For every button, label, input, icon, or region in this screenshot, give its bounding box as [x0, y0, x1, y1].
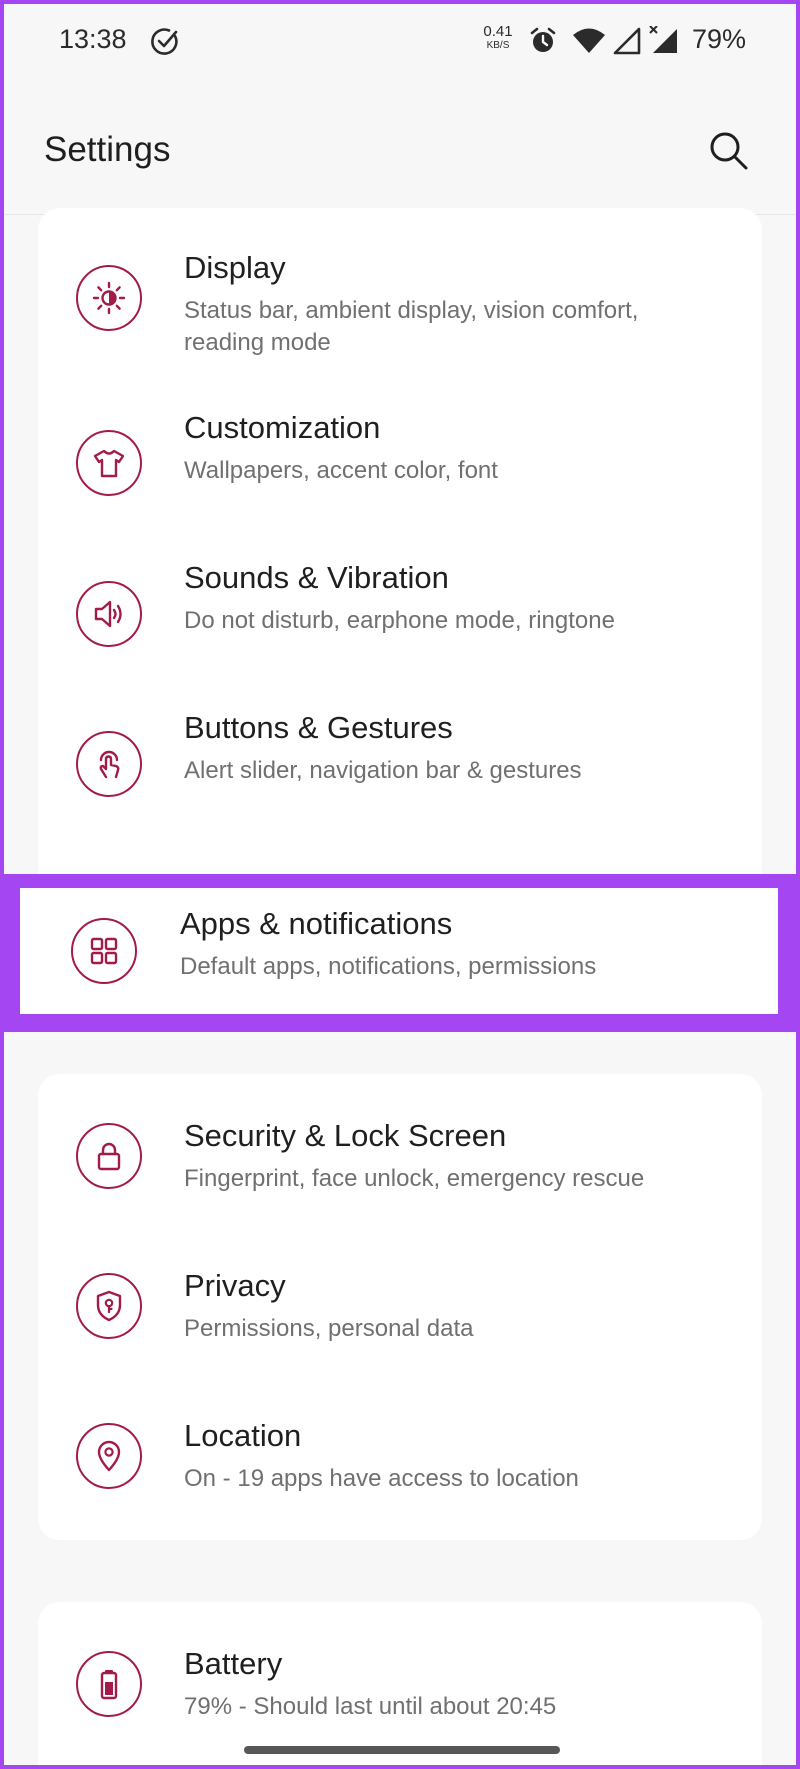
settings-item-subtitle: On - 19 apps have access to location — [184, 1465, 579, 1492]
settings-item-battery[interactable]: Battery 79% - Should last until about 20… — [38, 1602, 762, 1762]
settings-item-security[interactable]: Security & Lock Screen Fingerprint, face… — [38, 1074, 762, 1244]
status-time: 13:38 — [59, 24, 127, 54]
settings-item-sounds[interactable]: Sounds & Vibration Do not disturb, earph… — [38, 538, 762, 688]
settings-item-subtitle: Wallpapers, accent color, font — [184, 457, 498, 484]
network-speed-value: 0.41 — [483, 23, 513, 40]
settings-card-2: Security & Lock Screen Fingerprint, face… — [38, 1074, 762, 1540]
page-title: Settings — [44, 130, 171, 169]
wifi-icon — [573, 28, 605, 53]
settings-item-privacy[interactable]: Privacy Permissions, personal data — [38, 1244, 762, 1394]
network-speed: 0.41 KB/S — [480, 24, 516, 51]
settings-item-buttons-gestures[interactable]: Buttons & Gestures Alert slider, navigat… — [38, 688, 762, 838]
settings-item-title: Display — [184, 250, 286, 285]
network-speed-unit: KB/S — [486, 40, 510, 51]
speaker-icon — [76, 581, 142, 647]
settings-item-apps-notifications[interactable]: Apps & notifications Default apps, notif… — [20, 888, 778, 1014]
search-icon[interactable] — [706, 128, 750, 172]
settings-item-subtitle: 79% - Should last until about 20:45 — [184, 1693, 557, 1720]
alarm-icon — [530, 27, 556, 52]
settings-item-subtitle: Alert slider, navigation bar & gestures — [184, 757, 582, 784]
battery-percent: 79% — [692, 24, 747, 54]
settings-item-customization[interactable]: Customization Wallpapers, accent color, … — [38, 388, 762, 538]
settings-screen: 13:38 0.41 KB/S 79% Settings Display Sta… — [4, 4, 796, 1765]
settings-item-subtitle: Permissions, personal data — [184, 1315, 474, 1342]
settings-item-display[interactable]: Display Status bar, ambient display, vis… — [38, 208, 762, 388]
status-bar: 13:38 0.41 KB/S 79% — [4, 4, 796, 74]
battery-icon — [76, 1651, 142, 1717]
gesture-icon — [76, 731, 142, 797]
highlight-frame: Apps & notifications Default apps, notif… — [4, 874, 796, 1032]
brightness-icon — [76, 265, 142, 331]
app-header: Settings — [4, 74, 796, 215]
settings-item-subtitle: Do not disturb, earphone mode, ringtone — [184, 607, 615, 634]
lock-icon — [76, 1123, 142, 1189]
settings-item-title: Sounds & Vibration — [184, 560, 449, 595]
check-circle-icon — [151, 28, 178, 55]
signal-x-icon — [649, 26, 677, 53]
settings-item-title: Customization — [184, 410, 381, 445]
settings-item-title: Privacy — [184, 1268, 286, 1303]
settings-item-subtitle: Status bar, ambient display, vision comf… — [184, 297, 639, 356]
signal-icon — [613, 27, 641, 55]
settings-item-location[interactable]: Location On - 19 apps have access to loc… — [38, 1394, 762, 1540]
settings-item-title: Battery — [184, 1646, 283, 1681]
settings-item-subtitle: Default apps, notifications, permissions — [180, 953, 597, 980]
settings-item-title: Buttons & Gestures — [184, 710, 453, 745]
location-pin-icon — [76, 1423, 142, 1489]
tshirt-icon — [76, 430, 142, 496]
settings-card-1: Display Status bar, ambient display, vis… — [38, 208, 762, 908]
settings-item-title: Location — [184, 1418, 302, 1453]
apps-grid-icon — [71, 918, 137, 984]
settings-card-3: Battery 79% - Should last until about 20… — [38, 1602, 762, 1765]
settings-item-subtitle: Fingerprint, face unlock, emergency resc… — [184, 1165, 645, 1192]
home-indicator[interactable] — [244, 1746, 560, 1754]
privacy-shield-icon — [76, 1273, 142, 1339]
settings-item-title: Apps & notifications — [180, 906, 453, 941]
settings-item-title: Security & Lock Screen — [184, 1118, 507, 1153]
